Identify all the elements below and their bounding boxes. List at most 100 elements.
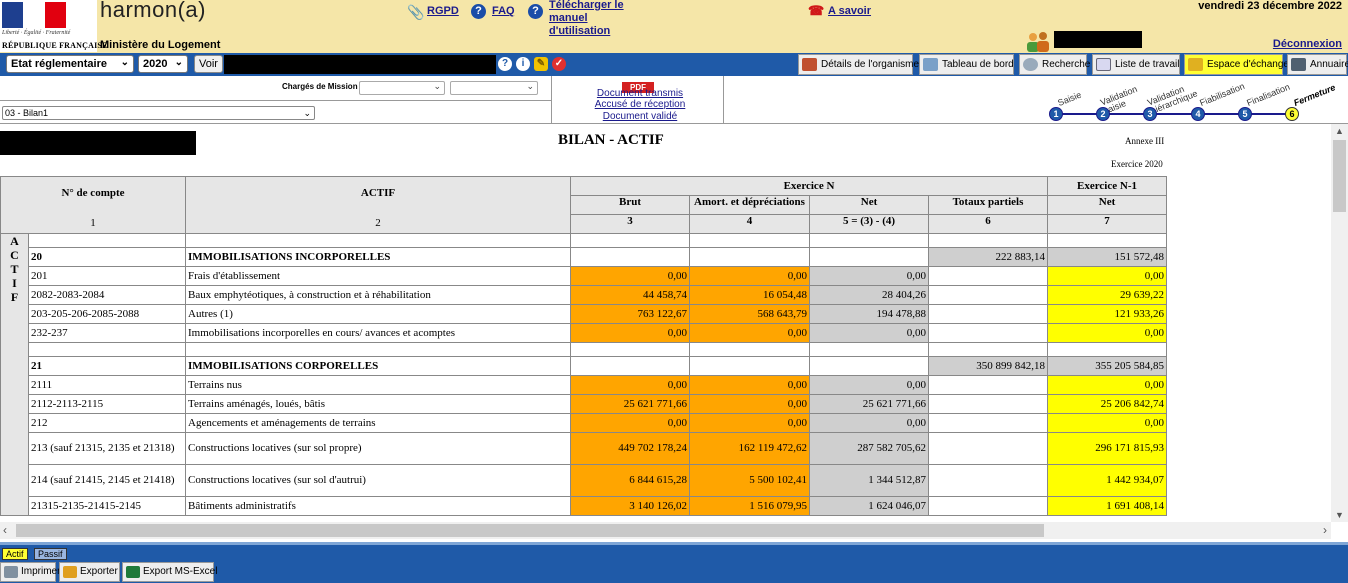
col-num-3: 3 — [570, 214, 690, 234]
exchange-space-label: Espace d'échange — [1207, 59, 1289, 70]
tab-passif[interactable]: Passif — [34, 548, 67, 560]
building-icon — [802, 58, 817, 71]
col-num-6: 6 — [928, 214, 1048, 234]
brut-cell[interactable]: 3 140 126,02 — [570, 496, 690, 516]
brut-cell[interactable]: 449 702 178,24 — [570, 432, 690, 465]
account-label: Constructions locatives (sur sol d'autru… — [185, 464, 571, 497]
workflow-step-3[interactable]: 3 — [1143, 107, 1157, 121]
chevron-down-icon: ⌄ — [433, 81, 441, 91]
amort-cell[interactable]: 0,00 — [689, 266, 810, 286]
search-label: Recherche — [1042, 59, 1091, 70]
amort-cell[interactable]: 5 500 102,41 — [689, 464, 810, 497]
scroll-down-icon[interactable]: ▼ — [1335, 510, 1344, 520]
net-n1-cell[interactable]: 29 639,22 — [1047, 285, 1167, 305]
report-content: BILAN - ACTIF Annexe III Exercice 2020 N… — [0, 124, 1331, 522]
brut-cell[interactable]: 25 621 771,66 — [570, 394, 690, 414]
workflow-step-label: Finalisation — [1245, 81, 1292, 108]
net-n1-cell[interactable]: 0,00 — [1047, 413, 1167, 433]
account-code: 212 — [28, 413, 186, 433]
charge-select-2[interactable]: ⌄ — [450, 81, 538, 95]
table-row: 213 (sauf 21315, 2135 et 21318) Construc… — [1, 432, 1167, 465]
account-label: Immobilisations incorporelles en cours/ … — [185, 323, 571, 343]
help-icon[interactable]: ? — [471, 4, 486, 19]
brut-cell[interactable]: 6 844 615,28 — [570, 464, 690, 497]
excel-export-button[interactable]: Export MS-Excel — [122, 562, 217, 582]
col-num-2: 2 — [375, 217, 381, 229]
state-select[interactable]: Etat réglementaire ⌄ — [6, 55, 134, 73]
amort-cell[interactable]: 162 119 472,62 — [689, 432, 810, 465]
brut-cell[interactable]: 0,00 — [570, 323, 690, 343]
scroll-right-icon[interactable]: › — [1323, 523, 1327, 537]
comment-icon[interactable]: ✎ — [534, 57, 548, 71]
accuse-reception-link[interactable]: Accusé de réception — [556, 99, 724, 110]
rgpd-link[interactable]: RGPD — [427, 5, 459, 17]
brut-cell[interactable]: 44 458,74 — [570, 285, 690, 305]
dashboard-button[interactable]: Tableau de bord — [919, 54, 1014, 75]
document-transmis-link[interactable]: Document transmis — [556, 88, 724, 99]
amort-cell[interactable]: 0,00 — [689, 394, 810, 414]
amort-cell[interactable]: 568 643,79 — [689, 304, 810, 324]
list-icon — [1096, 58, 1111, 71]
help-icon[interactable]: ? — [498, 57, 512, 71]
amort-cell[interactable]: 0,00 — [689, 375, 810, 395]
export-button[interactable]: Exporter — [59, 562, 120, 582]
workflow-step-6[interactable]: 6 — [1285, 107, 1299, 121]
logout-link[interactable]: Déconnexion — [1273, 38, 1342, 50]
section-code: 21 — [28, 356, 186, 376]
net-n1-cell[interactable]: 0,00 — [1047, 323, 1167, 343]
amort-cell[interactable]: 0,00 — [689, 323, 810, 343]
faq-link[interactable]: FAQ — [492, 5, 515, 17]
net-n1-cell[interactable]: 25 206 842,74 — [1047, 394, 1167, 414]
directory-button[interactable]: Annuaire — [1287, 54, 1348, 75]
amort-cell[interactable]: 16 054,48 — [689, 285, 810, 305]
scroll-left-icon[interactable]: ‹ — [3, 523, 7, 537]
bilan-select[interactable]: 03 - Bilan1 ⌄ — [2, 106, 315, 120]
brut-cell[interactable]: 0,00 — [570, 266, 690, 286]
directory-icon — [1291, 58, 1306, 71]
amort-cell[interactable]: 1 516 079,95 — [689, 496, 810, 516]
exchange-space-button[interactable]: Espace d'échange — [1184, 54, 1289, 75]
brut-cell[interactable]: 763 122,67 — [570, 304, 690, 324]
net-n1-cell[interactable]: 0,00 — [1047, 266, 1167, 286]
net-cell: 0,00 — [809, 266, 929, 286]
voir-button[interactable]: Voir — [194, 55, 223, 73]
info-icon[interactable]: i — [516, 57, 530, 71]
net-cell: 0,00 — [809, 413, 929, 433]
vertical-scrollbar[interactable]: ▲ ▼ — [1331, 124, 1348, 522]
net-n1-cell[interactable]: 296 171 815,93 — [1047, 432, 1167, 465]
manual-download-link[interactable]: Télécharger le manuel d'utilisation — [549, 0, 644, 38]
print-button[interactable]: Imprimer — [0, 562, 60, 582]
help-icon[interactable]: ? — [528, 4, 543, 19]
org-details-button[interactable]: Détails de l'organisme — [798, 54, 919, 75]
app-brand: harmon(a) — [100, 0, 206, 22]
charge-select-1[interactable]: ⌄ — [359, 81, 445, 95]
worklist-button[interactable]: Liste de travail — [1092, 54, 1180, 75]
workflow-step-1[interactable]: 1 — [1049, 107, 1063, 121]
workflow-step-2[interactable]: 2 — [1096, 107, 1110, 121]
section-net-n1: 355 205 584,85 — [1047, 356, 1167, 376]
net-n1-cell[interactable]: 121 933,26 — [1047, 304, 1167, 324]
net-n1-cell[interactable]: 1 691 408,14 — [1047, 496, 1167, 516]
republic-logo: Liberté · Égalité · Fraternité RÉPUBLIQU… — [0, 0, 107, 52]
account-code: 21315-2135-21415-2145 — [28, 496, 186, 516]
net-n1-cell[interactable]: 1 442 934,07 — [1047, 464, 1167, 497]
year-select[interactable]: 2020 ⌄ — [138, 55, 188, 73]
horizontal-scroll-thumb[interactable] — [16, 524, 1044, 537]
vertical-scroll-thumb[interactable] — [1333, 140, 1346, 212]
attachment-icon[interactable]: ✓ — [552, 57, 566, 71]
brut-cell[interactable]: 0,00 — [570, 375, 690, 395]
dashboard-label: Tableau de bord — [942, 59, 1014, 70]
search-button[interactable]: Recherche — [1019, 54, 1091, 75]
workflow-step-5[interactable]: 5 — [1238, 107, 1252, 121]
a-savoir-link[interactable]: A savoir — [828, 5, 871, 17]
document-valide-link[interactable]: Document validé — [556, 111, 724, 122]
brut-cell[interactable]: 0,00 — [570, 413, 690, 433]
amort-cell[interactable]: 0,00 — [689, 413, 810, 433]
annex-label: Annexe III — [1125, 136, 1165, 146]
tab-actif[interactable]: Actif — [2, 548, 28, 560]
scroll-up-icon[interactable]: ▲ — [1335, 126, 1344, 136]
workflow-step-4[interactable]: 4 — [1191, 107, 1205, 121]
account-label: Bâtiments administratifs — [185, 496, 571, 516]
net-n1-cell[interactable]: 0,00 — [1047, 375, 1167, 395]
horizontal-scrollbar[interactable]: ‹ › — [0, 522, 1331, 539]
